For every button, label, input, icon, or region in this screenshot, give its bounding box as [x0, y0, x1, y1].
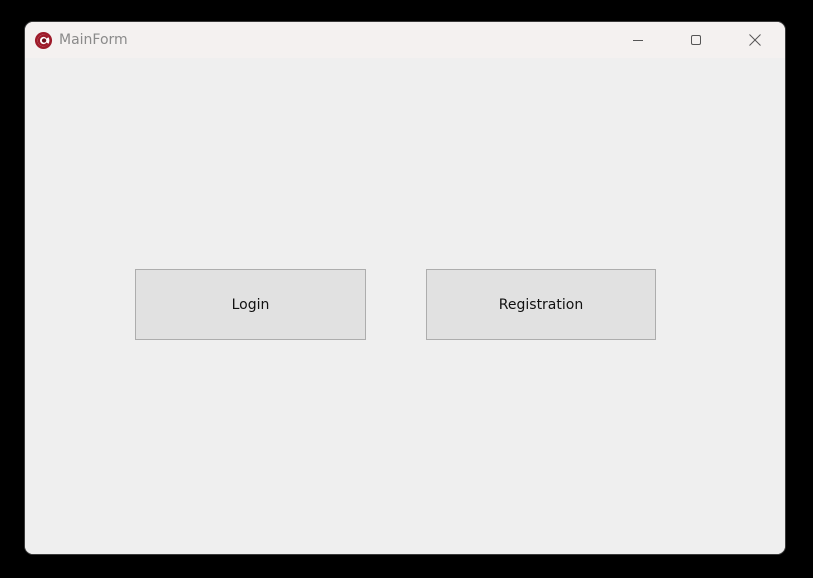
app-logo-icon	[34, 31, 53, 50]
window-title: MainForm	[59, 32, 128, 48]
maximize-icon	[691, 35, 701, 45]
main-window: MainForm Login Registration	[25, 22, 785, 554]
registration-button[interactable]: Registration	[426, 269, 656, 340]
login-button[interactable]: Login	[135, 269, 366, 340]
title-bar[interactable]: MainForm	[25, 22, 785, 58]
minimize-icon	[633, 40, 643, 41]
form-client-area: Login Registration	[25, 58, 785, 554]
close-button[interactable]	[726, 22, 784, 58]
minimize-button[interactable]	[609, 22, 667, 58]
maximize-button[interactable]	[667, 22, 725, 58]
close-icon	[749, 34, 761, 46]
